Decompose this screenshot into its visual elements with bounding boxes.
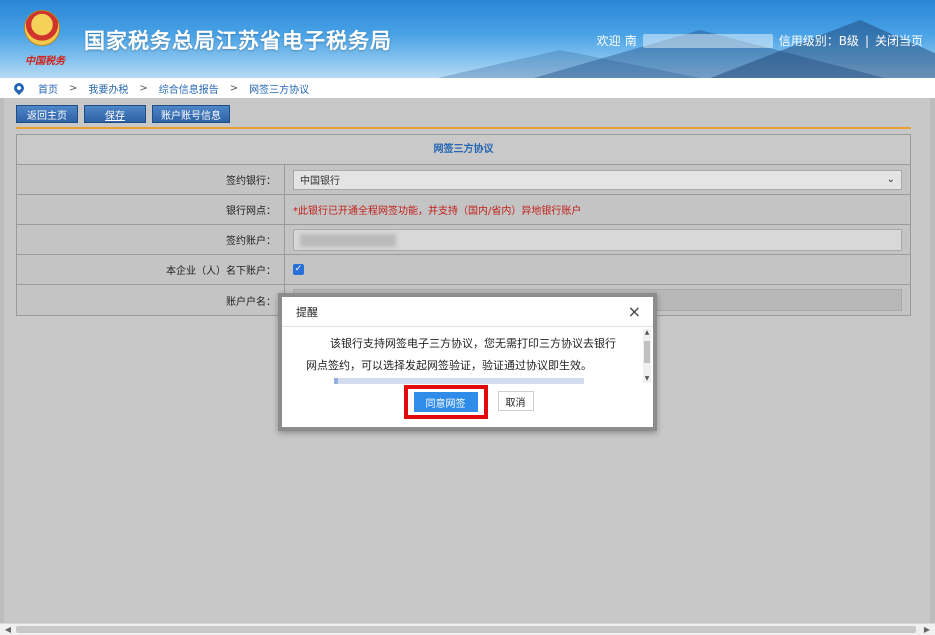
- credit-level: 信用级别：B级: [778, 34, 859, 48]
- toolbar: 返回主页 保存 账户账号信息: [16, 105, 230, 123]
- agree-online-sign-button[interactable]: 同意网签: [413, 392, 478, 412]
- highlight-box: 同意网签: [403, 385, 488, 419]
- branch-label: 银行网点：: [17, 195, 285, 224]
- close-icon[interactable]: ×: [628, 303, 641, 320]
- scroll-down-icon[interactable]: ▼: [643, 375, 651, 383]
- site-title: 国家税务总局江苏省电子税务局: [84, 29, 392, 53]
- breadcrumb-tax-tasks[interactable]: 我要办税: [88, 81, 128, 96]
- user-area: 欢迎 南 信用级别：B级 | 关闭当页: [597, 32, 923, 49]
- bank-label: 签约银行：: [17, 165, 285, 194]
- scroll-right-icon[interactable]: ▶: [921, 624, 933, 635]
- close-page-link[interactable]: 关闭当页: [875, 32, 923, 49]
- mountain-decoration: [700, 20, 935, 78]
- bank-select-value: 中国银行: [300, 176, 340, 187]
- toolbar-divider: [16, 127, 911, 129]
- breadcrumb-separator: >: [139, 82, 148, 94]
- dialog-message-line1: 该银行支持网签电子三方协议，您无需打印三方协议去银行: [330, 337, 616, 350]
- breadcrumb-separator: >: [229, 82, 239, 94]
- account-name-label: 账户户名：: [17, 285, 285, 315]
- bank-select[interactable]: 中国银行 ⌄: [293, 169, 902, 190]
- cancel-button[interactable]: 取消: [497, 391, 534, 411]
- back-home-button[interactable]: 返回主页: [16, 105, 78, 123]
- account-info-button[interactable]: 账户账号信息: [152, 105, 230, 123]
- dialog-message-line2: 网点签约，可以选择发起网签验证，验证通过协议即生效。: [306, 359, 592, 372]
- dialog-title: 提醒: [296, 305, 318, 319]
- form-row-account: 签约账户：: [17, 225, 910, 255]
- own-account-label: 本企业（人）名下账户：: [17, 255, 285, 284]
- breadcrumb-separator: >: [69, 82, 78, 94]
- dialog-header: 提醒 ×: [282, 297, 653, 327]
- redacted-user-name: [642, 33, 773, 48]
- form-row-bank: 签约银行： 中国银行 ⌄: [17, 165, 910, 195]
- form-row-own-account: 本企业（人）名下账户： ✓: [17, 255, 910, 285]
- scrollbar-thumb[interactable]: [16, 626, 916, 633]
- branch-note: *此银行已开通全程网签功能，并支持（国内/省内）异地银行账户: [293, 206, 582, 217]
- breadcrumb-home[interactable]: 首页: [38, 81, 58, 96]
- page-horizontal-scrollbar[interactable]: ◀ ▶: [0, 623, 935, 635]
- breadcrumb-current[interactable]: 网签三方协议: [249, 81, 309, 96]
- reminder-dialog: 提醒 × 该银行支持网签电子三方协议，您无需打印三方协议去银行 网点签约，可以选…: [278, 293, 657, 431]
- scroll-left-icon[interactable]: ◀: [2, 624, 14, 635]
- account-input[interactable]: [293, 228, 902, 251]
- scrollbar-thumb[interactable]: [644, 341, 650, 363]
- breadcrumb: 首页 > 我要办税 > 综合信息报告 > 网签三方协议: [0, 78, 935, 98]
- scroll-up-icon[interactable]: ▲: [643, 329, 651, 337]
- location-pin-icon: [11, 80, 27, 96]
- redacted-account-number: [300, 233, 396, 247]
- form-title: 网签三方协议: [17, 135, 910, 165]
- clipped-agreement-line: [334, 378, 584, 384]
- dialog-footer: 同意网签 取消: [282, 385, 653, 419]
- save-button[interactable]: 保存: [84, 105, 146, 123]
- welcome-name-initial: 南: [624, 34, 637, 48]
- own-account-checkbox[interactable]: ✓: [293, 264, 304, 275]
- emblem-caption: 中国税务: [25, 56, 65, 67]
- dialog-scrollbar[interactable]: ▲ ▼: [643, 329, 651, 383]
- site-header: 中国税务 国家税务总局江苏省电子税务局 欢迎 南 信用级别：B级 | 关闭当页: [0, 0, 935, 78]
- chevron-down-icon: ⌄: [886, 173, 895, 185]
- breadcrumb-info-report[interactable]: 综合信息报告: [159, 81, 219, 96]
- account-label: 签约账户：: [17, 225, 285, 254]
- form-row-branch: 银行网点： *此银行已开通全程网签功能，并支持（国内/省内）异地银行账户: [17, 195, 910, 225]
- header-separator: |: [864, 33, 869, 48]
- welcome-text: 欢迎: [596, 34, 621, 48]
- tax-emblem-icon: [24, 10, 60, 46]
- dialog-body: 该银行支持网签电子三方协议，您无需打印三方协议去银行 网点签约，可以选择发起网签…: [282, 327, 653, 385]
- agreement-form: 网签三方协议 签约银行： 中国银行 ⌄ 银行网点： *此银行已开通全程网签功能，…: [16, 134, 911, 316]
